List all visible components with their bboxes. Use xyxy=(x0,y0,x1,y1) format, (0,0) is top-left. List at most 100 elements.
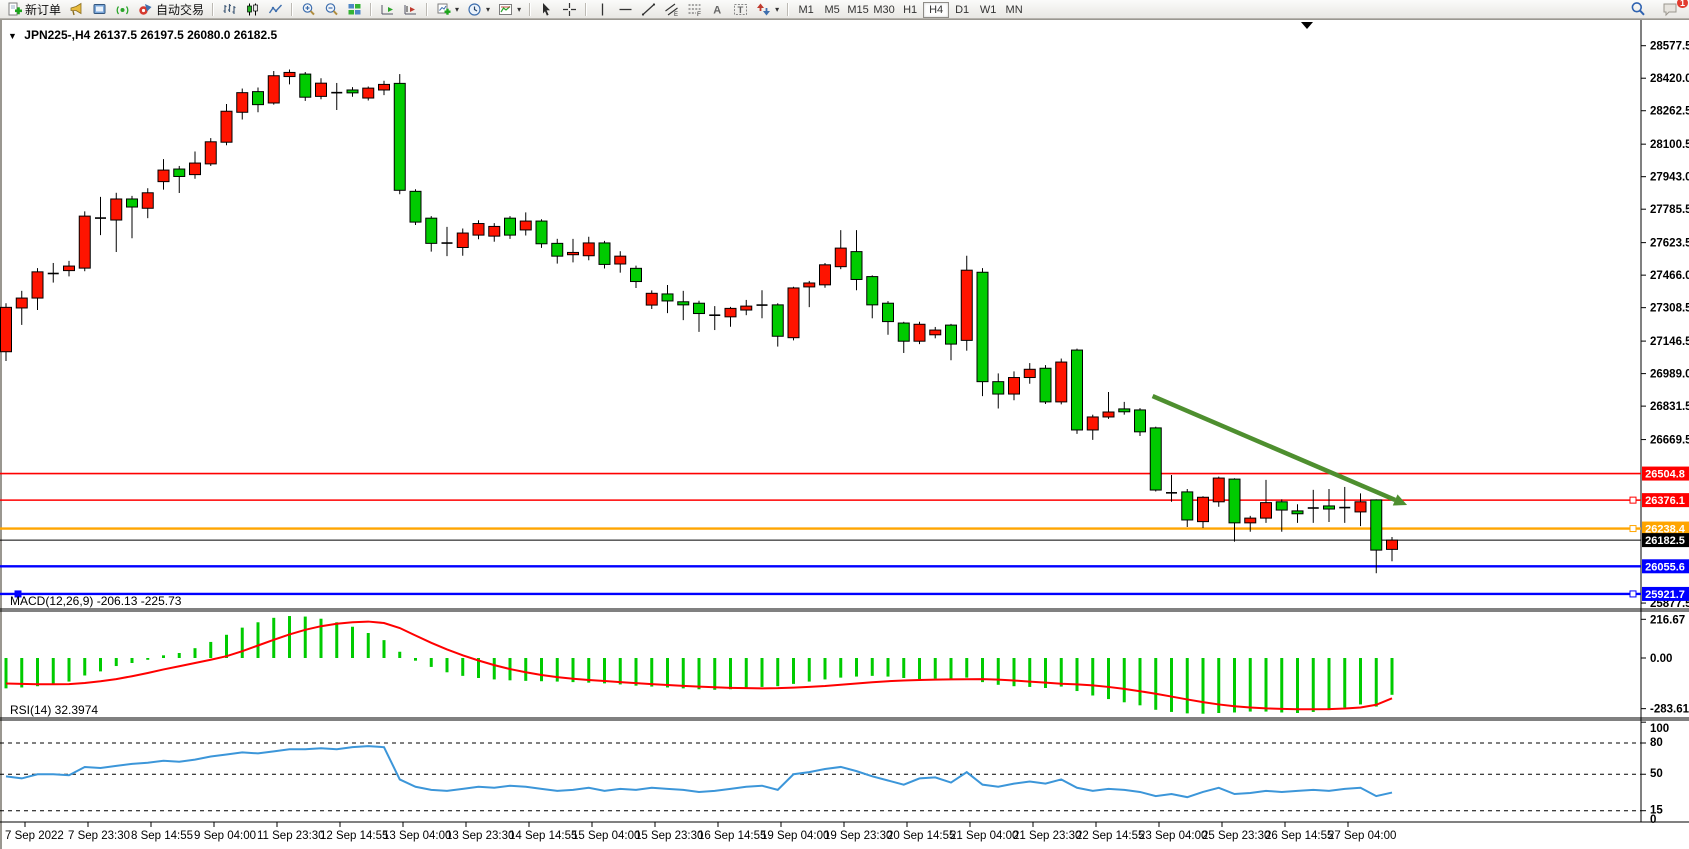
autotrading-button[interactable]: 自动交易 xyxy=(134,1,208,18)
symbol-period-label: JPN225-,H4 xyxy=(24,28,90,42)
signal-icon xyxy=(115,2,130,17)
equidistant-channel-icon: E xyxy=(664,2,679,17)
chart-plot[interactable]: 28577.528420.028262.528100.527943.027785… xyxy=(0,0,1689,849)
signals-button[interactable] xyxy=(111,1,134,18)
chart-shift-button[interactable] xyxy=(399,1,422,18)
timeframe-h4-button[interactable]: H4 xyxy=(923,2,949,18)
svg-text:28100.5: 28100.5 xyxy=(1650,139,1689,151)
search-button[interactable] xyxy=(1626,1,1650,18)
toolbar-separator xyxy=(529,3,531,16)
svg-text:27308.5: 27308.5 xyxy=(1650,303,1689,315)
line-handle[interactable] xyxy=(1630,591,1636,597)
timeframe-m30-button[interactable]: M30 xyxy=(871,2,897,18)
trendline-tool-button[interactable] xyxy=(637,1,660,18)
chart-shift-marker[interactable] xyxy=(1301,22,1313,29)
notifications-button[interactable]: 1 xyxy=(1658,1,1683,18)
ohlc-values: 26137.5 26197.5 26080.0 26182.5 xyxy=(94,28,278,42)
svg-text:28262.5: 28262.5 xyxy=(1650,106,1689,118)
text-label-tool-button[interactable]: T xyxy=(729,1,752,18)
time-axis: 7 Sep 20227 Sep 23:308 Sep 14:559 Sep 04… xyxy=(5,822,1396,842)
toolbar-separator xyxy=(212,3,214,16)
svg-text:27 Sep 04:00: 27 Sep 04:00 xyxy=(1328,830,1396,842)
autotrading-label: 自动交易 xyxy=(156,1,204,18)
horizontal-line-object-26238.4[interactable] xyxy=(0,526,1641,532)
clock-icon xyxy=(467,2,482,17)
timeframe-group: M1M5M15M30H1H4D1W1MN xyxy=(793,0,1027,18)
timeframe-mn-button[interactable]: MN xyxy=(1001,2,1027,18)
timeframe-w1-button[interactable]: W1 xyxy=(975,2,1001,18)
fibonacci-tool-button[interactable]: F xyxy=(683,1,706,18)
fibonacci-icon: F xyxy=(687,2,702,17)
new-order-label: 新订单 xyxy=(25,1,61,18)
horizontal-line-object-25921.7[interactable] xyxy=(0,591,1641,597)
svg-text:100: 100 xyxy=(1650,723,1669,735)
line-handle[interactable] xyxy=(1630,526,1636,532)
text-tool-button[interactable]: A xyxy=(706,1,729,18)
timeframe-m1-button[interactable]: M1 xyxy=(793,2,819,18)
svg-text:23 Sep 04:00: 23 Sep 04:00 xyxy=(1139,830,1207,842)
svg-text:26504.8: 26504.8 xyxy=(1645,469,1685,481)
svg-text:9 Sep 04:00: 9 Sep 04:00 xyxy=(194,830,256,842)
cursor-tool-button[interactable] xyxy=(535,1,558,18)
text-label-icon: T xyxy=(733,2,748,17)
trend-arrow-object[interactable] xyxy=(1153,396,1408,505)
candlestick-mode-button[interactable] xyxy=(241,1,264,18)
price-badge-26055.6: 26055.6 xyxy=(1642,559,1689,573)
bar-chart-mode-button[interactable] xyxy=(218,1,241,18)
toolbar: 新订单 自动交易 xyxy=(0,0,1689,19)
line-handle[interactable] xyxy=(1630,497,1636,503)
line-chart-mode-button[interactable] xyxy=(264,1,287,18)
crosshair-tool-button[interactable] xyxy=(558,1,581,18)
horizontal-line-tool-button[interactable] xyxy=(614,1,637,18)
svg-text:25 Sep 23:30: 25 Sep 23:30 xyxy=(1202,830,1270,842)
channel-tool-button[interactable]: E xyxy=(660,1,683,18)
timeframe-d1-button[interactable]: D1 xyxy=(949,2,975,18)
notification-badge: 1 xyxy=(1677,0,1688,8)
horizontal-line-icon xyxy=(618,2,633,17)
svg-text:14 Sep 14:55: 14 Sep 14:55 xyxy=(509,830,577,842)
new-chart-button[interactable]: ▾ xyxy=(432,1,463,18)
new-chart-icon xyxy=(436,2,451,17)
timeframe-m5-button[interactable]: M5 xyxy=(819,2,845,18)
svg-text:15 Sep 23:30: 15 Sep 23:30 xyxy=(635,830,703,842)
terminal-button[interactable] xyxy=(88,1,111,18)
svg-text:26831.5: 26831.5 xyxy=(1650,401,1689,413)
timeframe-m15-button[interactable]: M15 xyxy=(845,2,871,18)
arrows-tool-button[interactable]: ▾ xyxy=(752,1,783,18)
zoom-in-icon xyxy=(301,2,316,17)
vertical-line-tool-button[interactable] xyxy=(591,1,614,18)
timeframe-h1-button[interactable]: H1 xyxy=(897,2,923,18)
one-click-trading-toggle[interactable]: ▼ xyxy=(8,31,17,41)
alert-button[interactable] xyxy=(65,1,88,18)
new-order-button[interactable]: 新订单 xyxy=(3,1,65,18)
svg-text:7 Sep 23:30: 7 Sep 23:30 xyxy=(68,830,130,842)
candlestick-chart-icon xyxy=(245,2,260,17)
template-button[interactable]: ▾ xyxy=(494,1,525,18)
svg-text:12 Sep 14:55: 12 Sep 14:55 xyxy=(320,830,388,842)
auto-scroll-icon xyxy=(380,2,395,17)
crosshair-icon xyxy=(562,2,577,17)
svg-text:27466.0: 27466.0 xyxy=(1650,270,1689,282)
bar-chart-icon xyxy=(222,2,237,17)
svg-text:F: F xyxy=(697,11,701,17)
svg-text:26182.5: 26182.5 xyxy=(1645,535,1685,547)
svg-text:T: T xyxy=(738,5,744,16)
zoom-out-button[interactable] xyxy=(320,1,343,18)
period-button[interactable]: ▾ xyxy=(463,1,494,18)
svg-text:19 Sep 23:30: 19 Sep 23:30 xyxy=(824,830,892,842)
toolbar-separator xyxy=(585,3,587,16)
auto-scroll-button[interactable] xyxy=(376,1,399,18)
chart-title-ohlc: ▼ JPN225-,H4 26137.5 26197.5 26080.0 261… xyxy=(8,28,277,42)
rsi-pane: 1008050150 xyxy=(0,722,1669,826)
rsi-indicator-label: RSI(14) 32.3974 xyxy=(10,703,98,717)
svg-text:-283.61: -283.61 xyxy=(1650,704,1689,716)
price-badge-26504.8: 26504.8 xyxy=(1642,467,1689,481)
zoom-out-icon xyxy=(324,2,339,17)
dropdown-caret: ▾ xyxy=(775,5,779,14)
svg-text:26989.0: 26989.0 xyxy=(1650,369,1689,381)
zoom-in-button[interactable] xyxy=(297,1,320,18)
svg-text:19 Sep 04:00: 19 Sep 04:00 xyxy=(761,830,829,842)
cursor-icon xyxy=(539,2,554,17)
svg-text:0: 0 xyxy=(1650,814,1656,826)
tile-windows-button[interactable] xyxy=(343,1,366,18)
